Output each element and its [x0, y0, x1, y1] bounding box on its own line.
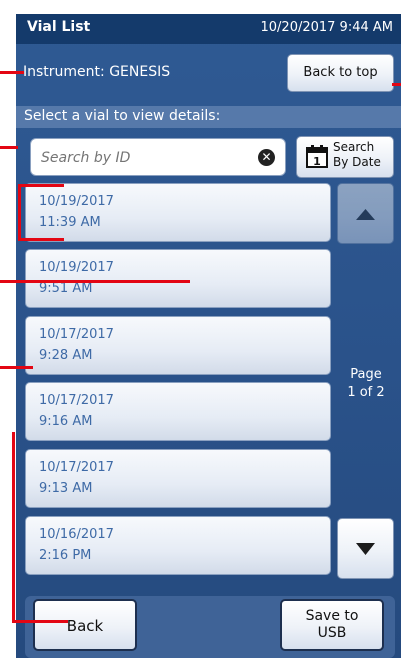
- datetime-display: 10/20/2017 9:44 AM: [260, 20, 394, 35]
- prompt-bar: Select a vial to view details:: [16, 106, 401, 128]
- page-position: 1 of 2: [347, 385, 385, 400]
- vial-date: 10/19/2017: [39, 260, 114, 275]
- callout-line-instrument: [0, 71, 24, 74]
- back-button[interactable]: Back: [33, 599, 137, 651]
- vial-item[interactable]: 10/17/2017 9:16 AM: [25, 382, 331, 441]
- search-by-date-button[interactable]: 1 Search By Date: [296, 136, 394, 178]
- back-to-top-button[interactable]: Back to top: [287, 54, 394, 92]
- callout-line-first-vial-bottom: [18, 238, 64, 241]
- page-title: Vial List: [27, 19, 91, 35]
- search-field[interactable]: ✕: [30, 138, 286, 176]
- vial-time: 9:51 AM: [39, 281, 93, 296]
- clear-search-icon[interactable]: ✕: [258, 149, 275, 166]
- vial-date: 10/17/2017: [39, 460, 114, 475]
- callout-line-vial-row-2: [0, 366, 33, 369]
- vial-item[interactable]: 10/16/2017 2:16 PM: [25, 516, 331, 575]
- title-bar: Vial List 10/20/2017 9:44 AM: [16, 14, 401, 44]
- scroll-up-button[interactable]: [337, 183, 394, 244]
- vial-date: 10/16/2017: [39, 527, 114, 542]
- vial-time: 9:16 AM: [39, 414, 93, 429]
- scroll-down-arrow-icon: [356, 543, 375, 555]
- callout-line-back-to-top: [392, 83, 401, 86]
- callout-line-back-h: [12, 620, 68, 623]
- callout-line-first-vial-top: [18, 184, 64, 187]
- scroll-up-arrow-icon: [356, 209, 375, 220]
- scroll-down-button[interactable]: [337, 518, 394, 579]
- page-label: Page: [350, 367, 382, 382]
- vial-time: 11:39 AM: [39, 215, 101, 230]
- instrument-name: GENESIS: [109, 64, 171, 80]
- svg-text:1: 1: [313, 155, 321, 168]
- callout-line-first-vial-stub: [0, 146, 18, 149]
- vial-time: 9:13 AM: [39, 481, 93, 496]
- callout-line-vial-row: [0, 280, 190, 283]
- vial-time: 9:28 AM: [39, 348, 93, 363]
- vial-item[interactable]: 10/17/2017 9:13 AM: [25, 449, 331, 508]
- vial-date: 10/17/2017: [39, 327, 114, 342]
- callout-line-back-v: [12, 432, 15, 622]
- prompt-text: Select a vial to view details:: [24, 108, 221, 124]
- instrument-label: Instrument:: [23, 64, 105, 80]
- search-by-date-label-line2: By Date: [333, 155, 381, 169]
- save-to-usb-label-line2: USB: [317, 625, 347, 641]
- callout-line-first-vial-v: [18, 184, 21, 241]
- vial-list-screen: Vial List 10/20/2017 9:44 AM Instrument:…: [16, 14, 401, 658]
- vial-time: 2:16 PM: [39, 548, 92, 563]
- page-indicator: Page 1 of 2: [344, 366, 388, 402]
- vial-date: 10/17/2017: [39, 393, 114, 408]
- calendar-icon: 1: [306, 145, 328, 168]
- search-input[interactable]: [39, 147, 243, 169]
- vial-date: 10/19/2017: [39, 194, 114, 209]
- save-to-usb-label-line1: Save to: [305, 608, 359, 624]
- instrument-info: Instrument: GENESIS: [23, 64, 170, 80]
- vial-item[interactable]: 10/19/2017 9:51 AM: [25, 249, 331, 308]
- vial-item[interactable]: 10/17/2017 9:28 AM: [25, 316, 331, 375]
- search-by-date-label-line1: Search: [333, 140, 375, 154]
- save-to-usb-button[interactable]: Save to USB: [280, 599, 384, 651]
- vial-item[interactable]: 10/19/2017 11:39 AM: [25, 183, 331, 242]
